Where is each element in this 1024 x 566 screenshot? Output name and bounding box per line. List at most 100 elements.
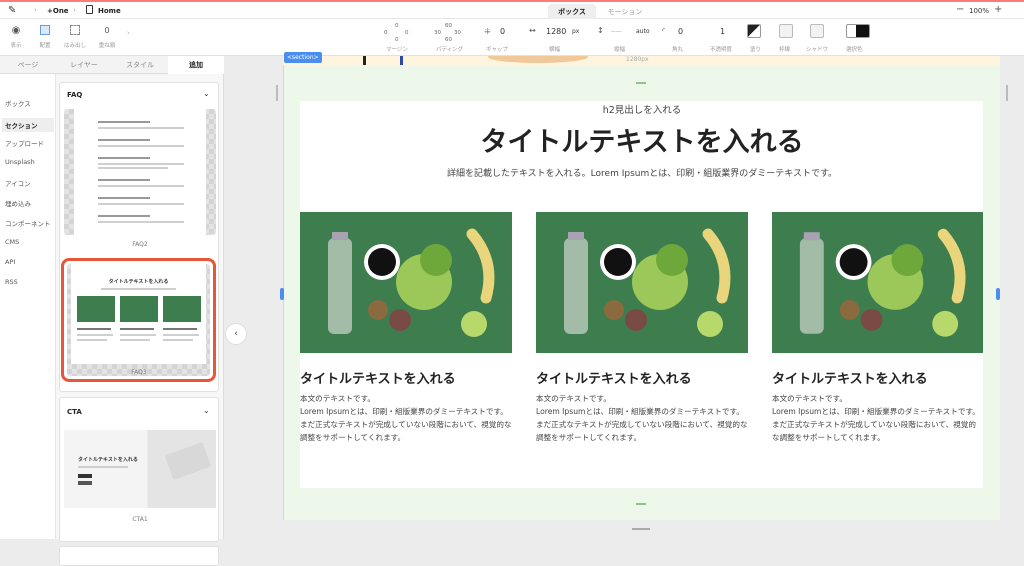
chevron-right-icon[interactable]: › <box>127 29 130 37</box>
vegetables-image <box>564 228 731 337</box>
height-unit[interactable]: auto <box>636 28 650 35</box>
faq3-thumbnail-selected[interactable]: タイトルテキストを入れる FAQ3 <box>61 258 216 382</box>
tab-styles[interactable]: スタイル <box>112 56 168 74</box>
cta-heading: CTA <box>67 408 82 416</box>
faq-heading: FAQ <box>67 91 83 99</box>
width-label: 横幅 <box>549 47 561 53</box>
width-unit[interactable]: px <box>572 28 579 35</box>
page-name[interactable]: Home <box>98 7 121 15</box>
zoom-level: 100% <box>969 7 990 15</box>
resize-handle[interactable] <box>636 503 646 505</box>
collapse-panel-button[interactable]: ‹ <box>225 323 247 345</box>
resize-handle[interactable] <box>636 82 646 84</box>
faq3-preview: タイトルテキストを入れる <box>71 264 206 364</box>
cta1-caption: CTA1 <box>132 516 148 523</box>
gap-icon: ⁜ <box>484 27 491 36</box>
tab-pages[interactable]: ページ <box>0 56 56 74</box>
shadow-swatch[interactable] <box>810 24 824 38</box>
selected-color-label: 選択色 <box>846 47 863 53</box>
tab-add[interactable]: 追加 <box>168 56 224 74</box>
corner-radius-icon: ◜ <box>662 26 666 35</box>
category-item[interactable]: RSS <box>5 278 18 286</box>
column-title: タイトルテキストを入れる <box>300 372 456 387</box>
padding-control[interactable]: 60 30 30 60 <box>432 23 466 45</box>
category-item[interactable]: CMS <box>5 238 19 246</box>
eye-icon: ◉ <box>11 24 21 36</box>
column-title: タイトルテキストを入れる <box>536 372 692 387</box>
height-label: 縦幅 <box>614 47 626 53</box>
chevron-right-icon: › <box>34 6 37 14</box>
category-item[interactable]: ボックス <box>5 98 31 108</box>
layout-tool[interactable]: 配置 <box>30 19 60 56</box>
left-resize-handle[interactable] <box>280 288 284 300</box>
scroll-indicator[interactable] <box>276 85 278 101</box>
cta-group: CTA ⌄ タイトルテキストを入れる CTA1 <box>59 397 219 542</box>
template-panel: FAQ ⌄ FAQ2 タイトルテキストを入れる FAQ3 CTA ⌄ タイトルテ… <box>56 74 224 566</box>
shadow-label: シャドウ <box>806 47 829 53</box>
chevron-right-icon: › <box>73 6 76 14</box>
zoom-in-button[interactable]: + <box>994 4 1002 15</box>
bottom-resize-handle[interactable] <box>632 528 650 530</box>
chevron-down-icon[interactable]: ⌄ <box>203 89 210 98</box>
faq2-preview <box>74 109 206 235</box>
panel-tabs: ページ レイヤー スタイル 追加 <box>0 56 224 74</box>
vegetables-photo <box>536 212 748 353</box>
border-label: 枠線 <box>779 47 791 53</box>
margin-control[interactable]: 0 0 0 0 <box>380 23 414 45</box>
column-body: 本文のテキストです。 Lorem Ipsumとは、印刷・組版業界のダミーテキスト… <box>300 394 512 442</box>
category-item[interactable]: コンポーネント <box>5 218 51 228</box>
padding-left-band <box>284 101 300 489</box>
stack-order-tool[interactable]: 0 重ね順 <box>92 19 122 56</box>
vegetables-photo <box>772 212 983 353</box>
column-image[interactable] <box>536 212 748 353</box>
overflow-tool[interactable]: はみ出し <box>60 19 90 56</box>
overflow-icon <box>60 19 90 41</box>
tab-layers[interactable]: レイヤー <box>56 56 112 74</box>
project-name[interactable]: +One <box>47 7 69 15</box>
width-input[interactable]: 1280 <box>546 27 566 36</box>
right-resize-handle[interactable] <box>996 288 1000 300</box>
keyboard-image <box>164 441 212 481</box>
page-icon <box>86 5 93 14</box>
display-tool[interactable]: ◉ 表示 <box>1 19 31 56</box>
property-toolbar: ◉ 表示 配置 はみ出し 0 重ね順 › 0 0 0 0 マージン 60 30 30… <box>0 19 1024 56</box>
category-item[interactable]: アイコン <box>5 178 31 188</box>
cta1-preview: タイトルテキストを入れる <box>64 430 216 508</box>
section-tag[interactable]: <section> <box>284 52 322 63</box>
selected-color-swatch[interactable] <box>846 24 870 38</box>
margin-label: マージン <box>386 47 408 53</box>
next-group <box>59 546 219 566</box>
category-item[interactable]: アップロード <box>5 138 44 148</box>
category-item[interactable]: Unsplash <box>5 158 35 166</box>
category-item[interactable]: セクション <box>2 118 54 132</box>
pen-icon[interactable]: ✎ <box>8 5 16 16</box>
opacity-label: 不透明度 <box>710 47 733 53</box>
zoom-out-button[interactable]: − <box>956 4 964 15</box>
column-image[interactable] <box>300 212 512 353</box>
scroll-indicator[interactable] <box>1006 85 1008 101</box>
layout-icon <box>30 19 60 41</box>
radius-input[interactable]: 0 <box>678 27 683 36</box>
vegetables-photo <box>300 212 512 353</box>
height-input[interactable]: ----- <box>611 28 622 35</box>
faq3-thumb-title: タイトルテキストを入れる <box>108 279 169 285</box>
faq2-thumbnail[interactable] <box>64 109 216 235</box>
faq3-caption: FAQ3 <box>131 369 147 376</box>
fill-swatch[interactable] <box>747 24 761 38</box>
column-body: 本文のテキストです。 Lorem Ipsumとは、印刷・組版業界のダミーテキスト… <box>536 394 748 442</box>
section-title: タイトルテキストを入れる <box>480 127 804 158</box>
stack-order-value[interactable]: 0 <box>92 19 122 41</box>
width-arrow-icon: ↔ <box>529 26 536 35</box>
faq-group: FAQ ⌄ FAQ2 タイトルテキストを入れる FAQ3 <box>59 82 219 392</box>
category-item[interactable]: 埋め込み <box>5 198 31 208</box>
column-image[interactable] <box>772 212 983 353</box>
gap-value[interactable]: 0 <box>500 27 505 36</box>
section-description: 詳細を記載したテキストを入れる。Lorem Ipsumとは、印刷・組版業界のダミ… <box>446 169 838 179</box>
faq2-caption: FAQ2 <box>132 241 148 248</box>
border-swatch[interactable] <box>779 24 793 38</box>
category-item[interactable]: API <box>5 258 15 266</box>
chevron-down-icon[interactable]: ⌄ <box>203 406 210 415</box>
vegetables-image <box>799 228 966 337</box>
cta1-thumbnail[interactable]: タイトルテキストを入れる <box>64 430 216 508</box>
opacity-input[interactable]: 1 <box>720 27 725 36</box>
